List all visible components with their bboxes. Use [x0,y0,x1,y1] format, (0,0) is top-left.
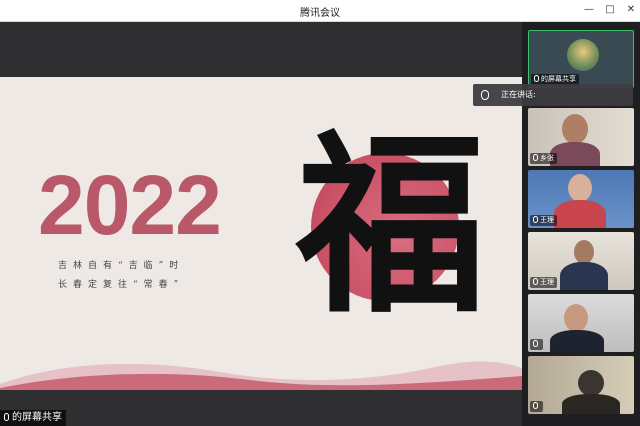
slide-poem-line-1: 吉林自有“吉临”时 [58,261,185,271]
participant-name: 王理 [530,277,557,288]
speaking-toast: 正在讲话: [473,84,633,106]
mic-icon [481,90,489,100]
slide-year: 2022 [38,158,222,252]
screen-share-label: 的屏幕共享 [0,410,66,426]
participant-tile-4[interactable]: 王理 [528,232,634,290]
participant-face [574,240,594,264]
wave-decoration [0,361,522,390]
participant-name [530,401,543,412]
mic-icon [533,340,538,347]
shared-slide: 2022 吉林自有“吉临”时 长春定复往“常春” 福 [0,77,522,390]
mic-icon [533,402,538,409]
mic-icon [4,413,9,421]
window-title: 腾讯会议 [300,8,340,19]
maximize-icon[interactable]: □ [603,3,617,17]
participant-tile-6[interactable] [528,356,634,414]
close-icon[interactable]: ✕ [624,3,638,17]
mic-icon [533,154,538,161]
participant-tile-5[interactable] [528,294,634,352]
mic-icon [533,216,538,223]
minimize-icon[interactable]: — [582,3,596,17]
participant-name: 乡张 [530,153,557,164]
participant-face [562,114,588,144]
participant-sidebar: 的屏幕共享 乡张 王理 王理 [522,22,640,426]
fu-calligraphy: 福 [296,111,487,340]
slide-poem-line-2: 长春定复往“常春” [58,280,185,290]
participant-face [564,304,588,332]
participant-tile-1[interactable]: 的屏幕共享 [528,30,634,88]
mic-icon [534,75,539,82]
participant-face [568,174,592,202]
title-bar: 腾讯会议 — □ ✕ [0,0,640,22]
avatar [567,39,599,71]
participant-name [530,339,543,350]
participant-tile-2[interactable]: 乡张 [528,108,634,166]
participant-face [578,370,604,396]
mic-icon [533,278,538,285]
shared-screen-area[interactable]: 2022 吉林自有“吉临”时 长春定复往“常春” 福 [0,22,522,426]
participant-name: 王理 [530,215,557,226]
participant-tile-3[interactable]: 王理 [528,170,634,228]
